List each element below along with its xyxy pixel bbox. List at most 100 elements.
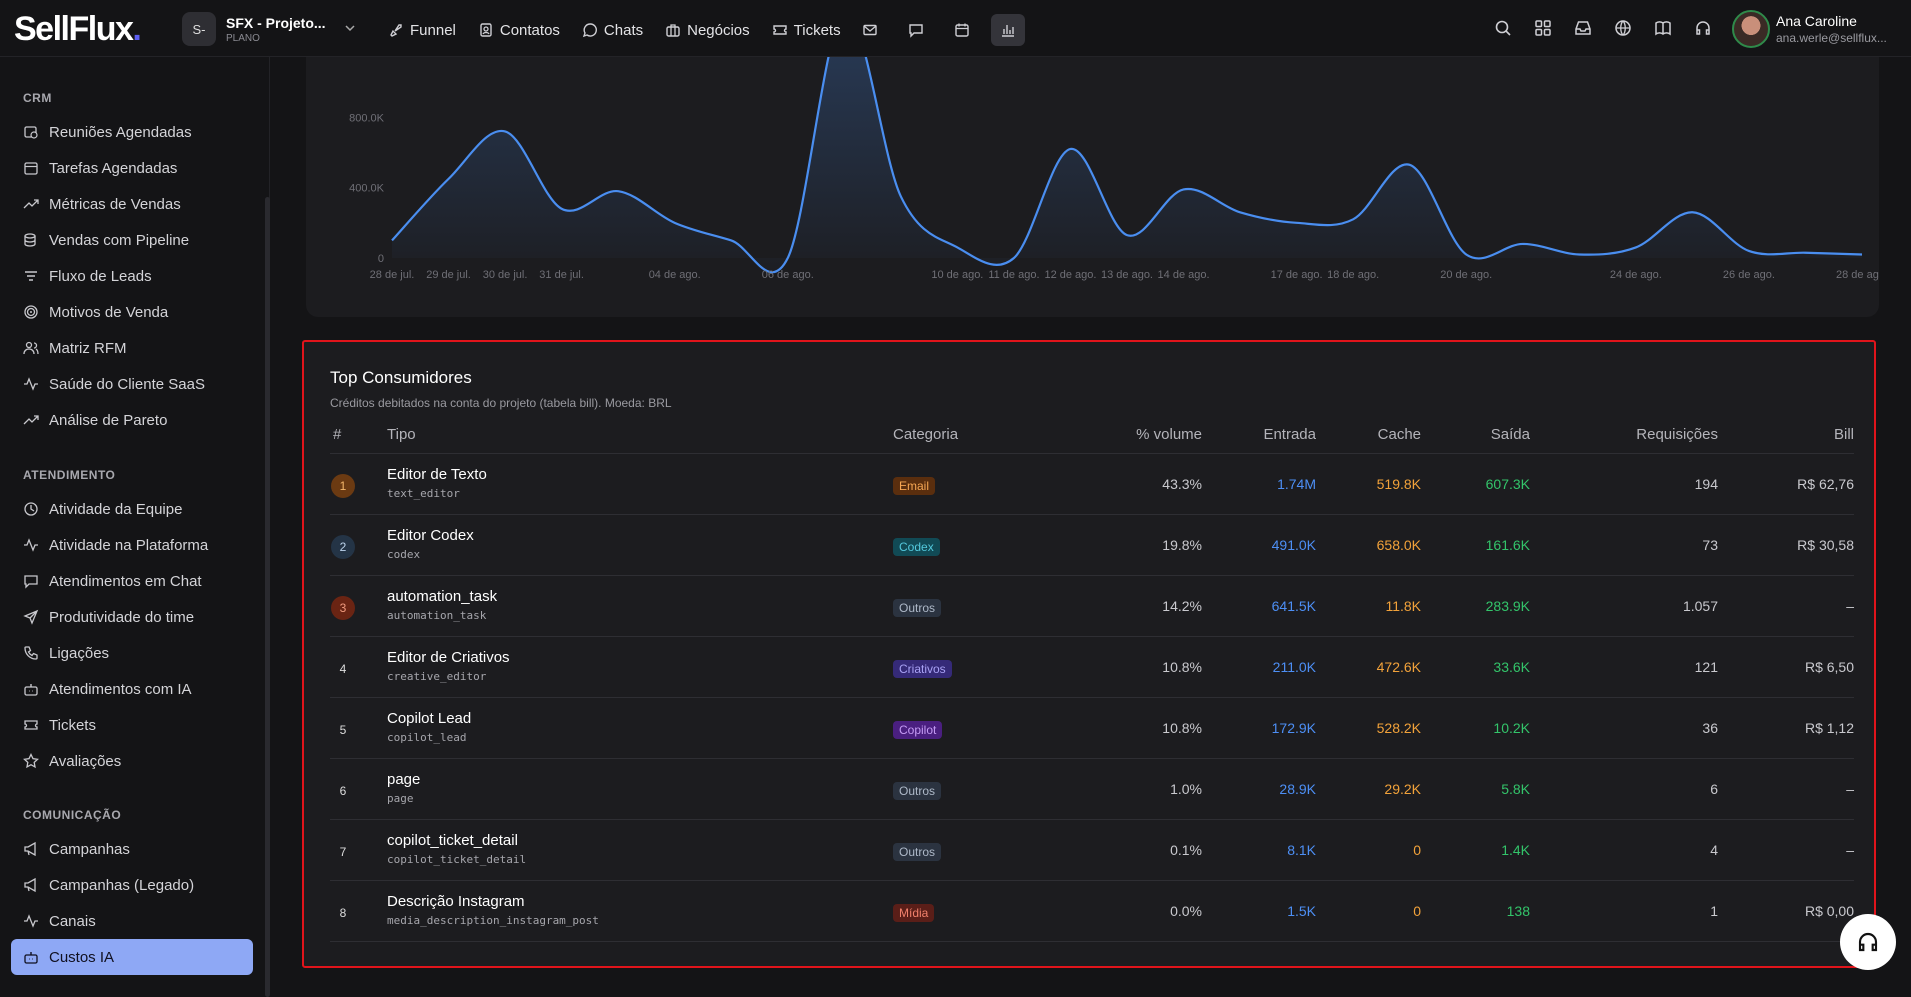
volume-value: 14.2%	[1162, 598, 1202, 614]
volume-value: 43.3%	[1162, 476, 1202, 492]
rocket-icon	[390, 24, 402, 37]
nav-negocios[interactable]: Negócios	[665, 22, 750, 39]
sidebar-item-vendas-com-pipeline[interactable]: Vendas com Pipeline	[11, 222, 253, 258]
book-icon[interactable]	[1654, 19, 1672, 37]
saida-value: 607.3K	[1485, 476, 1530, 492]
sidebar-item-tickets[interactable]: Tickets	[11, 707, 253, 743]
sidebar-item-tarefas-agendadas[interactable]: Tarefas Agendadas	[11, 150, 253, 186]
entrada-value: 1.74M	[1277, 476, 1316, 492]
cache-value: 472.6K	[1376, 659, 1421, 675]
entrada-value: 641.5K	[1271, 598, 1316, 614]
nav-contatos[interactable]: Contatos	[478, 22, 560, 39]
sidebar-item-fluxo-de-leads[interactable]: Fluxo de Leads	[11, 258, 253, 294]
requisicoes-value: 121	[1694, 659, 1718, 675]
nav-tickets[interactable]: Tickets	[772, 22, 841, 39]
volume-value: 19.8%	[1162, 537, 1202, 553]
sidebar-item-campanhas-legado[interactable]: Campanhas (Legado)	[11, 867, 253, 903]
sidebar-item-matriz-rfm[interactable]: Matriz RFM	[11, 330, 253, 366]
table-row[interactable]: 7 copilot_ticket_detail copilot_ticket_det…	[330, 820, 1854, 881]
sidebar-item-metricas-de-vendas[interactable]: Métricas de Vendas	[11, 186, 253, 222]
sidebar-item-campanhas[interactable]: Campanhas	[11, 831, 253, 867]
cache-value: 528.2K	[1376, 720, 1421, 736]
globe-icon[interactable]	[1614, 19, 1632, 37]
nav-messages[interactable]	[899, 14, 933, 46]
coins-icon	[24, 233, 36, 247]
sidebar-item-analise-de-pareto[interactable]: Análise de Pareto	[11, 402, 253, 438]
bill-value: R$ 62,76	[1797, 476, 1854, 492]
x-tick-label: 11 de ago.	[988, 269, 1039, 281]
sidebar-scrollbar[interactable]	[265, 197, 270, 997]
clock-icon	[24, 502, 38, 516]
table-row[interactable]: 6 page page Outros 1.0% 28.9K 29.2K 5.8K 6 –	[330, 759, 1854, 820]
type-name: copilot_ticket_detail	[387, 832, 518, 849]
table-row[interactable]: 1 Editor de Texto text_editor Email 43.3% 1.7…	[330, 454, 1854, 515]
project-name: SFX - Projeto...	[226, 14, 326, 31]
category-badge: Criativos	[893, 660, 952, 678]
sidebar-item-canais[interactable]: Canais	[11, 903, 253, 939]
sidebar-item-atividade-na-plataforma[interactable]: Atividade na Plataforma	[11, 527, 253, 563]
x-tick-label: 20 de ago.	[1440, 269, 1492, 281]
nav-mail[interactable]	[853, 14, 887, 46]
sidebar-item-atividade-da-equipe[interactable]: Atividade da Equipe	[11, 491, 253, 527]
x-tick-label: 10 de ago.	[931, 269, 983, 281]
nav-chats[interactable]: Chats	[582, 22, 643, 39]
category-badge: Mídia	[893, 904, 935, 922]
x-tick-label: 28 de ago.	[1836, 269, 1879, 281]
sidebar-item-reunioes-agendadas[interactable]: Reuniões Agendadas	[11, 114, 253, 150]
main-nav: Funnel Contatos Chats Negócios Tickets	[388, 14, 1025, 46]
table-header: # Tipo Categoria % volume Entrada Cache …	[330, 414, 1854, 454]
table-row[interactable]: 2 Editor Codex codex Codex 19.8% 491.0K 658.0K…	[330, 515, 1854, 576]
inbox-icon[interactable]	[1574, 19, 1592, 37]
type-code: text_editor	[387, 487, 460, 500]
rank-badge: 6	[339, 784, 347, 798]
col-categoria: Categoria	[893, 426, 959, 443]
search-icon[interactable]	[1494, 19, 1512, 37]
type-name: Editor de Texto	[387, 466, 487, 483]
bill-value: R$ 6,50	[1804, 659, 1854, 675]
sidebar-item-produtividade-do-time[interactable]: Produtividade do time	[11, 599, 253, 635]
sidebar-item-ligacoes[interactable]: Ligações	[11, 635, 253, 671]
col-volume: % volume	[1136, 426, 1202, 443]
table-row[interactable]: 3 automation_task automation_task Outros 14.…	[330, 576, 1854, 637]
table-row[interactable]: 8 Descrição Instagram media_description_in…	[330, 881, 1854, 942]
table-row[interactable]: 5 Copilot Lead copilot_lead Copilot 10.8% 172…	[330, 698, 1854, 759]
sidebar-item-atendimentos-com-ia[interactable]: Atendimentos com IA	[11, 671, 253, 707]
sidebar-item-saude-do-cliente-saas[interactable]: Saúde do Cliente SaaS	[11, 366, 253, 402]
rank-badge: 2	[331, 535, 355, 559]
sidebar-item-atendimentos-em-chat[interactable]: Atendimentos em Chat	[11, 563, 253, 599]
nav-funnel[interactable]: Funnel	[388, 22, 456, 39]
nav-calendar[interactable]	[945, 14, 979, 46]
support-button[interactable]	[1840, 914, 1896, 970]
type-code: copilot_lead	[387, 731, 467, 744]
bill-value: –	[1846, 842, 1854, 858]
volume-value: 10.8%	[1162, 720, 1202, 736]
user-email: ana.werle@sellflux...	[1776, 31, 1887, 45]
x-tick-label: 14 de ago.	[1158, 269, 1210, 281]
table-row[interactable]: 4 Editor de Criativos creative_editor Criat…	[330, 637, 1854, 698]
headset-icon[interactable]	[1694, 19, 1712, 37]
col-tipo: Tipo	[387, 426, 416, 443]
rank-badge: 8	[339, 906, 347, 920]
user-name: Ana Caroline	[1776, 13, 1857, 29]
sidebar-item-avaliacoes[interactable]: Avaliações	[11, 743, 253, 779]
project-selector[interactable]: S- SFX - Projeto... PLANO	[182, 12, 356, 46]
type-name: automation_task	[387, 588, 498, 605]
sidebar-item-motivos-de-venda[interactable]: Motivos de Venda	[11, 294, 253, 330]
sellflux-logo[interactable]: SellFlux.	[14, 10, 142, 49]
sidebar-item-custos-ia[interactable]: Custos IA	[11, 939, 253, 975]
user-menu[interactable]: Ana Caroline ana.werle@sellflux...	[1732, 10, 1887, 48]
requisicoes-value: 73	[1702, 537, 1718, 553]
requisicoes-value: 36	[1702, 720, 1718, 736]
bill-value: R$ 1,12	[1804, 720, 1854, 736]
saida-value: 161.6K	[1485, 537, 1530, 553]
x-tick-label: 17 de ago.	[1271, 269, 1323, 281]
x-tick-label: 29 de jul.	[426, 269, 471, 281]
mail-icon	[862, 24, 877, 36]
chat-bubble-icon	[582, 23, 597, 38]
grid-icon[interactable]	[1534, 19, 1552, 37]
x-tick-label: 13 de ago.	[1101, 269, 1153, 281]
saida-value: 5.8K	[1501, 781, 1530, 797]
nav-reports[interactable]	[990, 14, 1025, 46]
entrada-value: 172.9K	[1271, 720, 1316, 736]
x-tick-label: 31 de jul.	[539, 269, 584, 281]
